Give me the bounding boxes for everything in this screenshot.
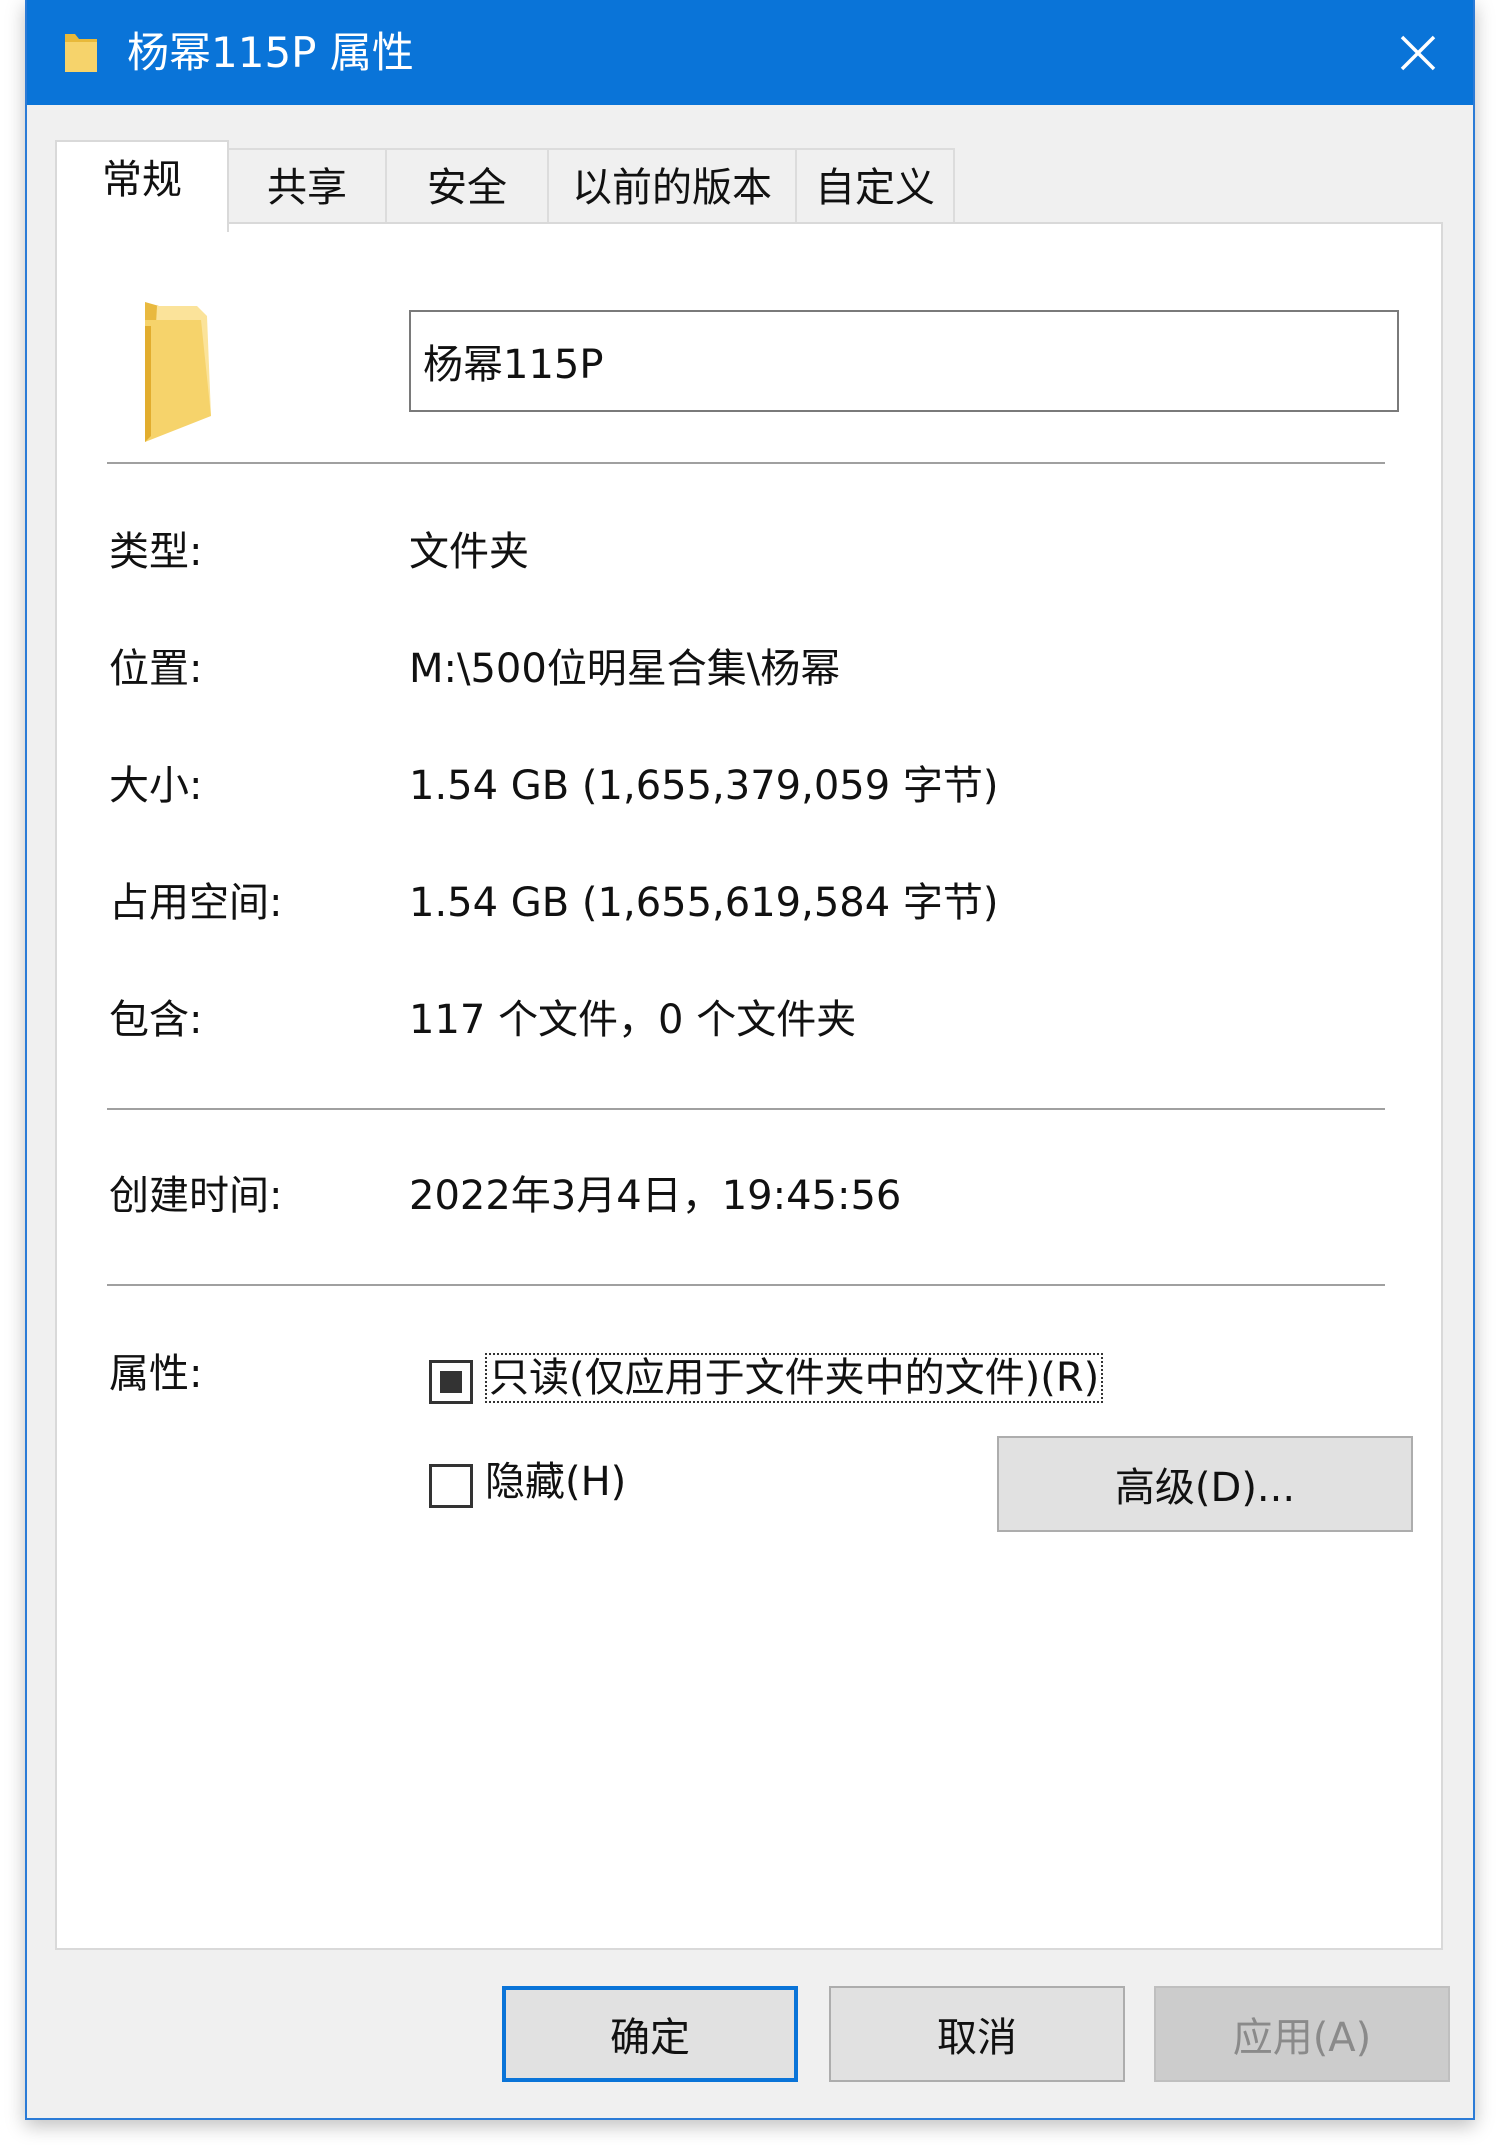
properties-dialog: 杨幂115P 属性 常规 共享 安全 以前的版本 自定义 类型: 文件夹 位置:… [25, 0, 1475, 2120]
tab-security[interactable]: 安全 [385, 148, 549, 228]
disk-size-label: 占用空间: [109, 880, 283, 926]
folder-icon [145, 302, 211, 442]
location-value: M:\500位明星合集\杨幂 [409, 646, 841, 692]
close-icon [1400, 35, 1436, 70]
attributes-label: 属性: [109, 1351, 203, 1397]
tab-previous-versions[interactable]: 以前的版本 [547, 148, 797, 228]
created-label: 创建时间: [109, 1173, 283, 1219]
contains-value: 117 个文件，0 个文件夹 [409, 997, 857, 1043]
ok-button[interactable]: 确定 [502, 1986, 798, 2082]
size-label: 大小: [109, 763, 203, 809]
hidden-label[interactable]: 隐藏(H) [485, 1456, 626, 1508]
close-button[interactable] [1363, 0, 1473, 105]
type-label: 类型: [109, 529, 203, 575]
readonly-label-text: 只读(仅应用于文件夹中的文件)(R) [485, 1353, 1104, 1403]
tab-general[interactable]: 常规 [55, 140, 229, 232]
tab-customize[interactable]: 自定义 [795, 148, 955, 228]
tab-sharing[interactable]: 共享 [227, 148, 387, 228]
separator [107, 1284, 1385, 1286]
title-bar[interactable]: 杨幂115P 属性 [27, 0, 1473, 105]
disk-size-value: 1.54 GB (1,655,619,584 字节) [409, 880, 999, 926]
folder-name-input[interactable] [409, 310, 1399, 412]
type-value: 文件夹 [409, 529, 529, 575]
contains-label: 包含: [109, 997, 203, 1043]
cancel-button[interactable]: 取消 [829, 1986, 1125, 2082]
separator [107, 462, 1385, 464]
folder-icon [65, 34, 97, 72]
apply-button[interactable]: 应用(A) [1154, 1986, 1450, 2082]
created-value: 2022年3月4日，19:45:56 [409, 1173, 902, 1219]
readonly-checkbox[interactable] [429, 1360, 473, 1404]
size-value: 1.54 GB (1,655,379,059 字节) [409, 763, 999, 809]
hidden-checkbox[interactable] [429, 1464, 473, 1508]
location-label: 位置: [109, 646, 203, 692]
advanced-button[interactable]: 高级(D)... [997, 1436, 1413, 1532]
readonly-label[interactable]: 只读(仅应用于文件夹中的文件)(R) [485, 1352, 1104, 1404]
window-title: 杨幂115P 属性 [127, 28, 414, 77]
separator [107, 1108, 1385, 1110]
general-panel: 类型: 文件夹 位置: M:\500位明星合集\杨幂 大小: 1.54 GB (… [55, 222, 1443, 1950]
